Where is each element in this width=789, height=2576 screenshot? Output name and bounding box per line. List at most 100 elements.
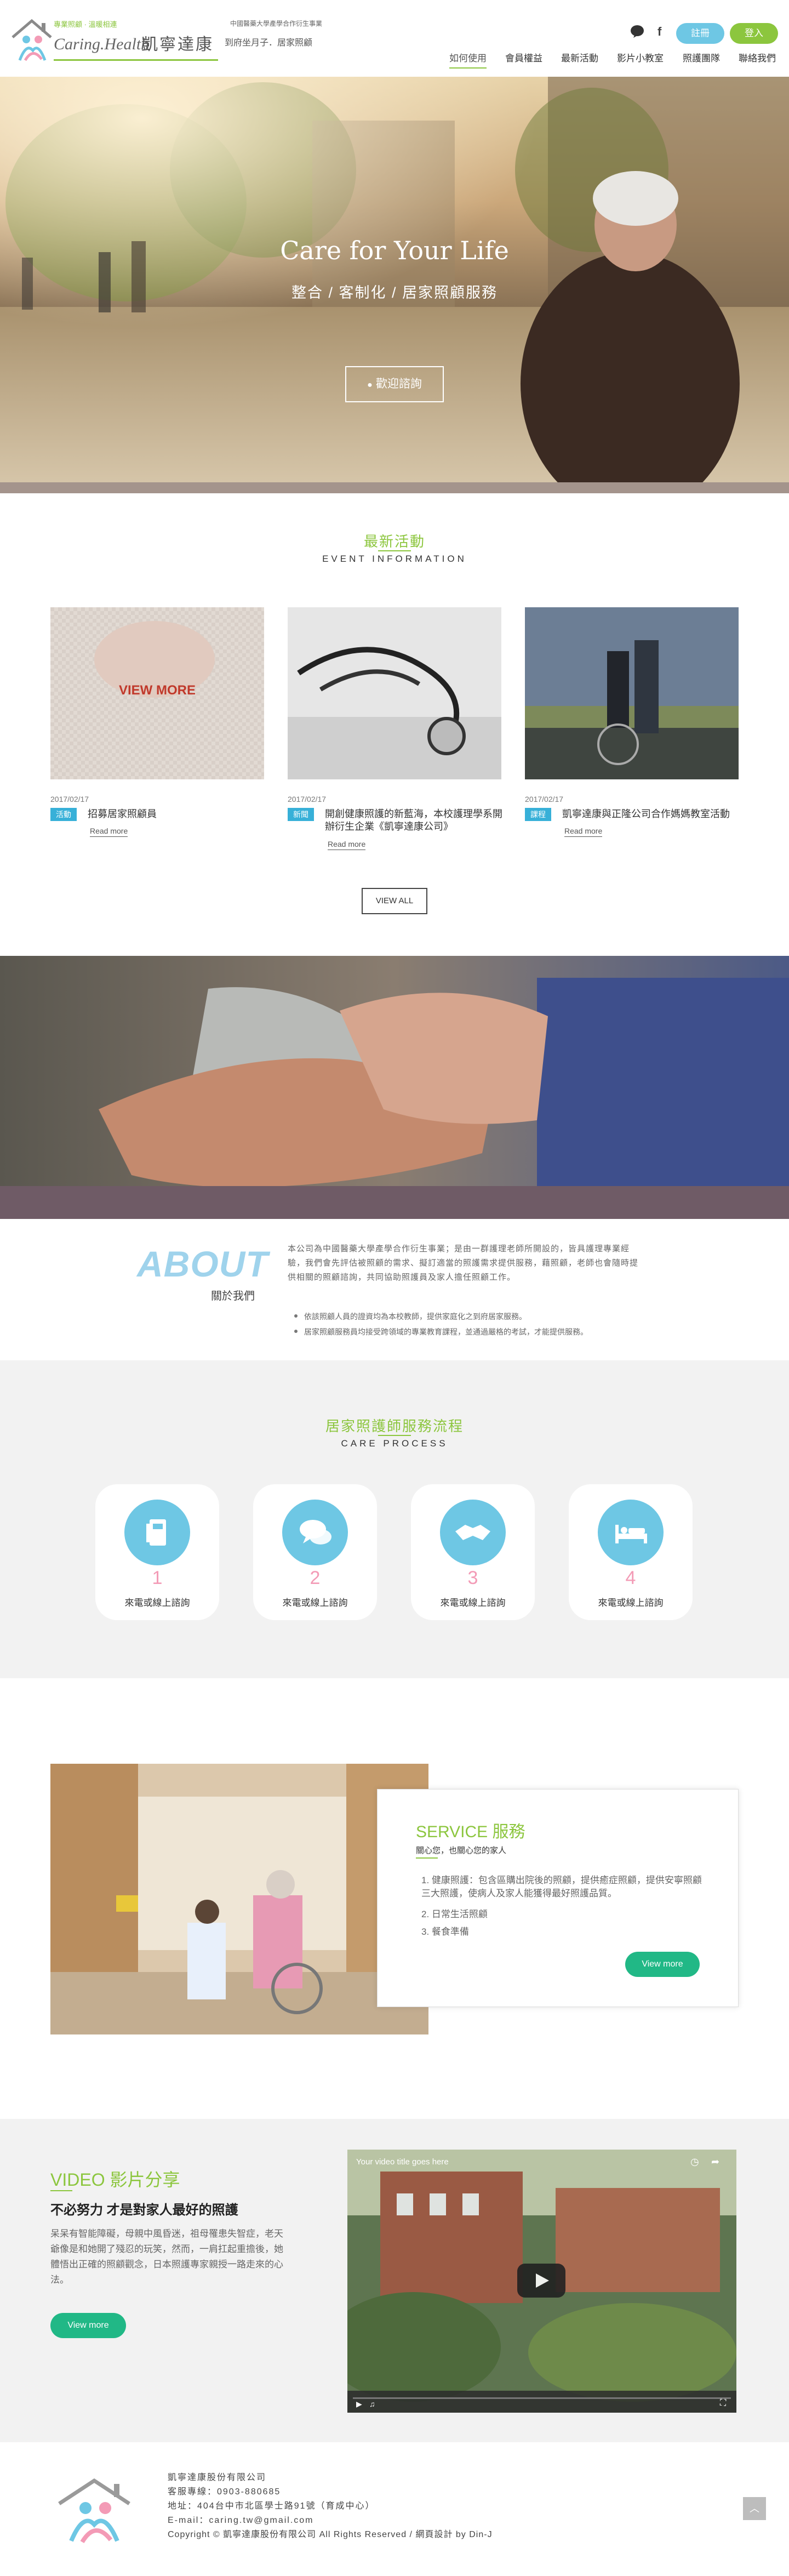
video-overlay-title: Your video title goes here (356, 2157, 449, 2167)
login-button[interactable]: 登入 (730, 23, 778, 44)
view-all-button[interactable]: VIEW ALL (362, 888, 427, 914)
logo-chinese[interactable]: 凱寧達康 (141, 31, 214, 55)
footer-company: 凱寧達康股份有限公司 (168, 2473, 267, 2482)
event-title-3[interactable]: 凱寧達康與正隆公司合作媽媽教室活動 (562, 808, 737, 820)
service-item-2: 2. 日常生活照顧 (421, 1909, 488, 1919)
logo-english[interactable]: Caring.Health (54, 35, 149, 54)
care-step-2: 2 來電或線上諮詢 (253, 1484, 377, 1620)
nurse-with-patient-photo (50, 1764, 428, 2034)
register-button[interactable]: 註冊 (676, 23, 724, 44)
footer-phone: 客服專線：0903-880685 (168, 2487, 281, 2497)
event-date-3: 2017/02/17 (525, 795, 564, 803)
event-read-more-1[interactable]: Read more (90, 827, 128, 837)
about-bullet-1: 依該照顧人員的證資均為本校教師，提供家庭化之到府居家服務。 (294, 1312, 527, 1321)
chat-icon (282, 1500, 348, 1565)
footer-copyright: Copyright © 凱寧達康股份有限公司 All Rights Reserv… (168, 2530, 493, 2539)
hands-banner (0, 956, 789, 1219)
event-tag-3: 課程 (525, 808, 551, 821)
player-play-icon[interactable]: ▶ (356, 2400, 362, 2409)
nav-how-to-use[interactable]: 如何使用 (449, 50, 487, 69)
footer-email[interactable]: E-mail：caring.tw@gmail.com (168, 2512, 314, 2526)
consult-button[interactable]: ● 歡迎諮詢 (345, 366, 444, 402)
nav-care-team[interactable]: 照護團隊 (683, 50, 720, 64)
nav-member-benefits[interactable]: 會員權益 (505, 50, 542, 64)
hero-bottom-band (0, 482, 789, 493)
site-header: 專業照顧 · 溫暖相連 Caring.Health 凱寧達康 中國醫藥大學產學合… (0, 0, 789, 77)
event-read-more-2[interactable]: Read more (328, 840, 366, 850)
service-card: SERVICE 服務 關心您，也關心您的家人 1. 健康照護：包含區購出院後的照… (377, 1789, 739, 2007)
event-date-1: 2017/02/17 (50, 795, 89, 803)
company-description: 中國醫藥大學產學合作衍生事業 (230, 20, 323, 27)
care-step-number: 1 (152, 1568, 163, 1588)
logo-slogan: 專業照顧 · 溫暖相連 (54, 20, 117, 29)
event-image-1[interactable]: VIEW MORE (50, 607, 264, 779)
event-tag-1: 活動 (50, 808, 77, 821)
fullscreen-icon[interactable]: ⛶ (720, 2398, 726, 2408)
back-to-top-button[interactable]: ︿ (743, 2497, 766, 2520)
facebook-icon[interactable]: f (658, 25, 661, 39)
footer-address: 地址：404台中市北區學士路91號（育成中心） (168, 2501, 375, 2511)
event-tag-2: 新聞 (288, 808, 314, 821)
logo-house-icon[interactable] (10, 16, 54, 66)
service-subtitle: 關心您，也關心您的家人 (416, 1846, 507, 1855)
nav-contact[interactable]: 聯絡我們 (739, 50, 776, 64)
hero-title: Care for Your Life (280, 236, 509, 265)
event-title-1[interactable]: 招募居家照顧員 (88, 808, 263, 820)
video-title-line (50, 2190, 72, 2191)
care-step-4: 4 來電或線上諮詢 (569, 1484, 693, 1620)
events-subtitle: EVENT INFORMATION (322, 554, 467, 564)
service-title-line (416, 1857, 438, 1859)
care-title-line (378, 1435, 411, 1436)
care-step-number: 3 (467, 1568, 478, 1588)
nav-latest-events[interactable]: 最新活動 (561, 50, 598, 64)
care-step-1: 1 來電或線上諮詢 (95, 1484, 219, 1620)
event-photo-wheelchair (525, 607, 739, 779)
video-headline: 不必努力 才是對家人最好的照護 (50, 2203, 238, 2218)
about-title-cn: 關於我們 (211, 1290, 255, 1302)
care-step-label: 來電或線上諮詢 (124, 1598, 190, 1608)
company-services: 到府坐月子．居家照顧 (225, 38, 313, 48)
about-section: ABOUT 關於我們 本公司為中國醫藥大學產學合作衍生事業；是由一群護理老師所開… (0, 1219, 789, 1360)
event-read-more-3[interactable]: Read more (564, 827, 603, 837)
hero-banner: Care for Your Life 整合 / 客制化 / 居家照顧服務 ● 歡迎… (0, 77, 789, 493)
video-description: 呆呆有智能障礙，母親中風昏迷，祖母罹患失智症，老天爺像是和她開了殘忍的玩笑，然而… (50, 2229, 283, 2285)
about-bullet-2: 居家照顧服務員均接受跨領域的專業教育課程，並通過嚴格的考試，才能提供服務。 (294, 1327, 588, 1336)
event-view-more-overlay[interactable]: VIEW MORE (50, 683, 264, 698)
chat-bubble-icon: ● (367, 380, 373, 390)
share-icon[interactable]: ➦ (711, 2156, 719, 2168)
hero-subtitle: 整合 / 客制化 / 居家照顧服務 (291, 284, 498, 301)
care-step-number: 4 (625, 1568, 636, 1588)
hands-photo (0, 956, 789, 1219)
video-view-more-button[interactable]: View more (50, 2313, 126, 2338)
bed-icon (598, 1500, 664, 1565)
consult-button-label: 歡迎諮詢 (375, 378, 422, 390)
video-player[interactable]: Your video title goes here ◷ ➦ ▶ ♫ ⛶ (347, 2150, 736, 2413)
line-icon[interactable] (630, 25, 644, 41)
event-title-2[interactable]: 開創健康照護的新藍海，本校護理學系開辦衍生企業《凱寧達康公司》 (325, 808, 506, 833)
service-item-3: 3. 餐食準備 (421, 1927, 469, 1937)
care-title: 居家照護師服務流程 (325, 1418, 464, 1434)
about-title-en: ABOUT (137, 1244, 268, 1284)
events-title-line (378, 550, 411, 551)
service-view-more-button[interactable]: View more (625, 1952, 700, 1977)
care-step-label: 來電或線上諮詢 (440, 1598, 506, 1608)
phone-icon (124, 1500, 190, 1565)
play-button-icon[interactable] (517, 2264, 565, 2298)
care-step-label: 來電或線上諮詢 (282, 1598, 348, 1608)
volume-icon[interactable]: ♫ (369, 2400, 375, 2408)
event-image-2[interactable] (288, 607, 501, 779)
footer-logo-icon[interactable] (55, 2475, 137, 2549)
nav-video-class[interactable]: 影片小教室 (617, 50, 664, 64)
clock-icon[interactable]: ◷ (690, 2156, 699, 2168)
care-step-number: 2 (310, 1568, 321, 1588)
video-title: VIDEO 影片分享 (50, 2170, 180, 2190)
video-section: VIDEO 影片分享 不必努力 才是對家人最好的照護 呆呆有智能障礙，母親中風昏… (0, 2119, 789, 2442)
service-title: SERVICE 服務 (416, 1823, 525, 1841)
handshake-icon (440, 1500, 506, 1565)
care-subtitle: CARE PROCESS (341, 1438, 448, 1449)
care-step-3: 3 來電或線上諮詢 (411, 1484, 535, 1620)
about-paragraph: 本公司為中國醫藥大學產學合作衍生事業；是由一群護理老師所開設的，皆具護理專業經驗… (288, 1244, 639, 1282)
care-process-section: 居家照護師服務流程 CARE PROCESS 1 來電或線上諮詢 2 來電或線上… (0, 1360, 789, 1678)
event-photo-stethoscope (288, 607, 501, 779)
event-image-3[interactable] (525, 607, 739, 779)
